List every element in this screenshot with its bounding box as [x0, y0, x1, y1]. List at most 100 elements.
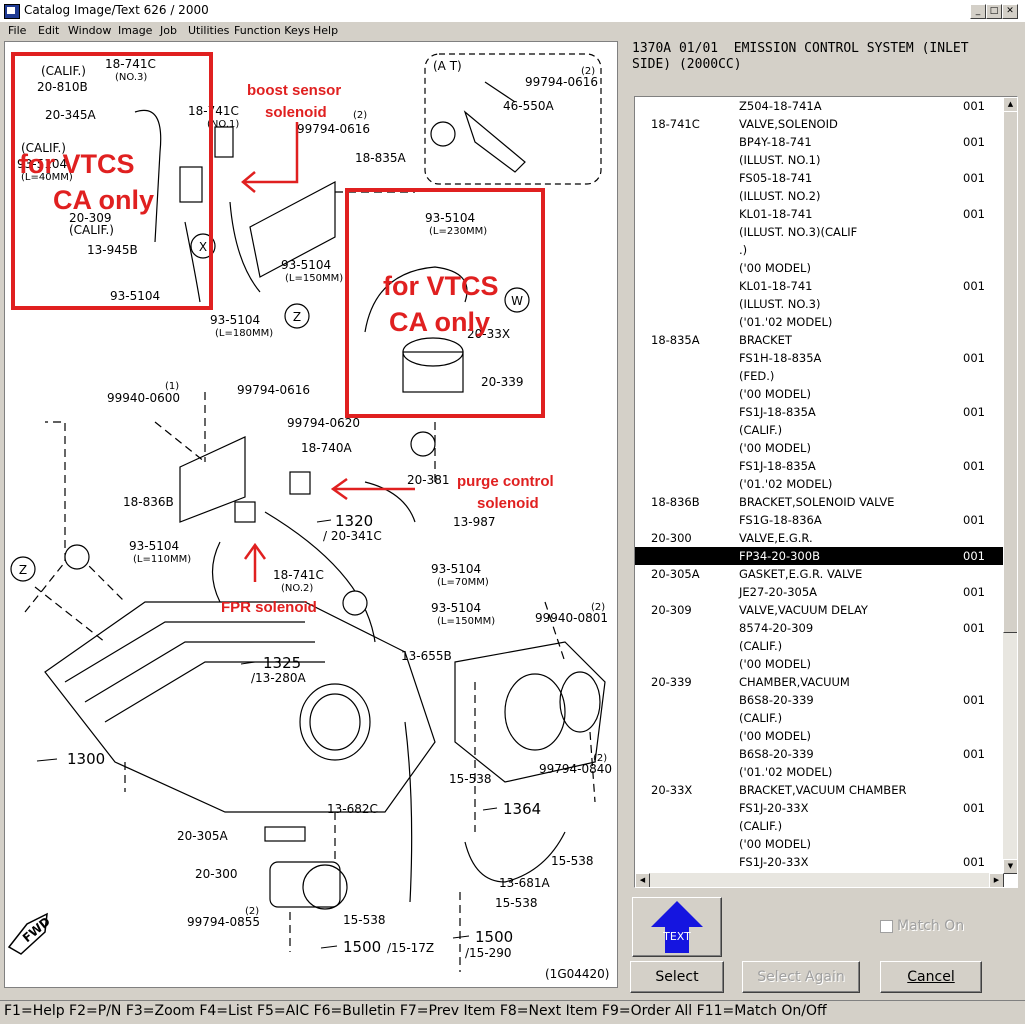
list-item[interactable]: 20-305A GASKET,E.G.R. VALVE [635, 565, 1003, 583]
menu-image[interactable]: Image [118, 24, 152, 37]
close-button[interactable]: ✕ [1002, 4, 1018, 19]
text-button[interactable]: TEXT [632, 897, 722, 957]
annotation-ca-only-right: CA only [389, 307, 490, 337]
list-item[interactable]: FS1H-18-835A 001 [635, 349, 1003, 367]
menu-job[interactable]: Job [160, 24, 177, 37]
part-label: (CALIF.) [69, 223, 114, 237]
part-desc: VALVE,SOLENOID [739, 117, 838, 131]
catalog-text-panel: 1370A 01/01 EMISSION CONTROL SYSTEM (INL… [624, 41, 1022, 993]
list-item[interactable]: ('00 MODEL) [635, 385, 1003, 403]
list-item[interactable]: ('00 MODEL) [635, 835, 1003, 853]
list-item[interactable]: FS1J-18-835A 001 [635, 457, 1003, 475]
list-item[interactable]: ('01.'02 MODEL) [635, 313, 1003, 331]
part-label: 15-538 [495, 896, 538, 910]
parts-diagram[interactable]: X Z W Z (CALIF.) 20-810B 18-741C (NO.3) … [4, 41, 618, 988]
part-label: 13-655B [401, 649, 452, 663]
list-item[interactable]: 8574-20-309 001 [635, 619, 1003, 637]
parts-list[interactable]: Z504-18-741A 001 18-741C VALVE,SOLENOID BP4Y… [634, 96, 1018, 888]
list-item[interactable]: 18-835A BRACKET [635, 331, 1003, 349]
part-qty: 001 [963, 513, 985, 527]
list-item[interactable]: (FED.) [635, 367, 1003, 385]
maximize-button[interactable]: □ [986, 4, 1002, 19]
checkbox-box[interactable] [880, 919, 893, 933]
list-item[interactable]: ('01.'02 MODEL) [635, 763, 1003, 781]
scroll-thumb[interactable] [1003, 111, 1017, 633]
part-label: 99794-0855 [187, 915, 260, 929]
list-item[interactable]: 20-33X BRACKET,VACUUM CHAMBER [635, 781, 1003, 799]
callout-y: Z [293, 310, 301, 324]
menu-file[interactable]: File [8, 24, 26, 37]
list-item[interactable]: Z504-18-741A 001 [635, 97, 1003, 115]
list-item[interactable]: .) [635, 241, 1003, 259]
part-label: 13-681A [499, 876, 551, 890]
cancel-button[interactable]: Cancel [880, 961, 982, 993]
list-item[interactable]: 20-300 VALVE,E.G.R. [635, 529, 1003, 547]
list-item[interactable]: (CALIF.) [635, 817, 1003, 835]
diagram-svg: X Z W Z (CALIF.) 20-810B 18-741C (NO.3) … [7, 52, 612, 981]
list-item[interactable]: FS1J-18-835A 001 [635, 403, 1003, 421]
list-item[interactable]: ('00 MODEL) [635, 727, 1003, 745]
part-desc: ('00 MODEL) [739, 261, 811, 275]
list-item[interactable]: KL01-18-741 001 [635, 277, 1003, 295]
scroll-up-icon[interactable]: ▲ [1003, 97, 1017, 112]
list-item[interactable]: FS1J-20-33X 001 [635, 853, 1003, 871]
match-on-checkbox[interactable]: Match On [880, 918, 964, 934]
scroll-right-icon[interactable]: ▶ [989, 873, 1004, 887]
list-item[interactable]: FS1G-18-836A 001 [635, 511, 1003, 529]
menu-window[interactable]: Window [68, 24, 111, 37]
list-item[interactable]: B6S8-20-339 001 [635, 745, 1003, 763]
part-label: 1500 [343, 938, 381, 956]
list-item[interactable]: B6S8-20-339 001 [635, 691, 1003, 709]
part-label: 99794-0616 [237, 383, 310, 397]
menu-utilities[interactable]: Utilities [188, 24, 229, 37]
list-item[interactable]: 20-339 CHAMBER,VACUUM [635, 673, 1003, 691]
menu-function-keys[interactable]: Function Keys [234, 24, 310, 37]
list-item[interactable]: (CALIF.) [635, 637, 1003, 655]
part-qty: 001 [963, 405, 985, 419]
list-item[interactable]: 18-741C VALVE,SOLENOID [635, 115, 1003, 133]
part-label: (A T) [433, 59, 462, 73]
list-item[interactable]: FS1J-20-33X 001 [635, 799, 1003, 817]
list-item[interactable]: 18-836B BRACKET,SOLENOID VALVE [635, 493, 1003, 511]
menu-edit[interactable]: Edit [38, 24, 59, 37]
part-desc: 8574-20-309 [739, 621, 814, 635]
select-again-button[interactable]: Select Again [742, 961, 860, 993]
horizontal-scrollbar[interactable]: ◀ ▶ [635, 873, 1004, 887]
list-item[interactable]: FS05-18-741 001 [635, 169, 1003, 187]
part-label: (L=150MM) [285, 273, 343, 284]
annotation-ca-only-left: CA only [53, 185, 154, 215]
part-ref: 20-305A [651, 567, 700, 581]
list-item[interactable]: ('00 MODEL) [635, 259, 1003, 277]
list-item[interactable]: (ILLUST. NO.2) [635, 187, 1003, 205]
scroll-left-icon[interactable]: ◀ [635, 873, 650, 887]
list-item[interactable]: ('00 MODEL) [635, 439, 1003, 457]
part-label: 99794-0616 [297, 122, 370, 136]
part-label: / 20-341C [323, 529, 382, 543]
select-button[interactable]: Select [630, 961, 724, 993]
list-item[interactable]: (ILLUST. NO.3)(CALIF [635, 223, 1003, 241]
scroll-down-icon[interactable]: ▼ [1003, 859, 1017, 874]
part-label: 20-339 [481, 375, 524, 389]
part-label: 1500 [475, 928, 513, 946]
list-item[interactable]: BP4Y-18-741 001 [635, 133, 1003, 151]
list-item[interactable]: (ILLUST. NO.3) [635, 295, 1003, 313]
menu-help[interactable]: Help [313, 24, 338, 37]
list-item[interactable]: (ILLUST. NO.1) [635, 151, 1003, 169]
title-bar: Catalog Image/Text 626 / 2000 _ □ ✕ [0, 0, 1025, 23]
list-item[interactable]: KL01-18-741 001 [635, 205, 1003, 223]
vertical-scrollbar[interactable]: ▲ ▼ [1003, 97, 1017, 874]
minimize-button[interactable]: _ [970, 4, 986, 19]
list-item[interactable]: (CALIF.) [635, 709, 1003, 727]
part-label: 93-5104 [210, 313, 260, 327]
annotation-boost-sensor: boost sensor [247, 82, 341, 99]
list-item[interactable]: FP34-20-300B 001 [635, 547, 1003, 565]
list-item[interactable]: JE27-20-305A 001 [635, 583, 1003, 601]
part-desc: FS1G-18-836A [739, 513, 822, 527]
list-item[interactable]: ('01.'02 MODEL) [635, 475, 1003, 493]
part-desc: ('01.'02 MODEL) [739, 765, 833, 779]
part-desc: ('00 MODEL) [739, 837, 811, 851]
list-item[interactable]: (CALIF.) [635, 421, 1003, 439]
list-item[interactable]: ('00 MODEL) [635, 655, 1003, 673]
list-item[interactable]: 20-309 VALVE,VACUUM DELAY [635, 601, 1003, 619]
part-label: 93-5104 [431, 601, 481, 615]
